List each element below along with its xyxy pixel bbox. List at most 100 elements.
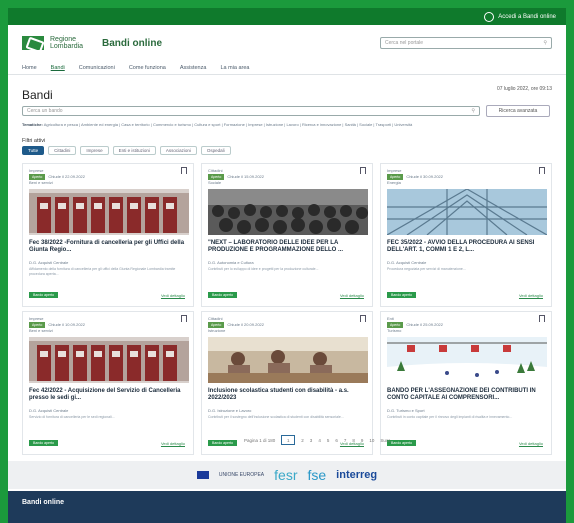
bookmark-icon[interactable] (539, 167, 545, 174)
card-title[interactable]: Fec 42/2022 - Acquisizione del Servizio … (29, 388, 189, 402)
card-dates: Chiude il 10.09.2022 (48, 322, 86, 327)
bando-card[interactable]: Imprese Aperto Chiude il 10.09.2022 Beni … (22, 311, 194, 455)
card-detail-link[interactable]: Vedi dettaglio (340, 293, 364, 298)
card-dates: Chiude il 25.09.2022 (406, 322, 444, 327)
category-item[interactable]: Formazione (224, 122, 245, 127)
bookmark-icon[interactable] (360, 167, 366, 174)
card-org: D.G. Turismo e Sport (387, 408, 425, 413)
filter-chip-institutions[interactable]: Enti e istituzioni (112, 146, 156, 155)
card-meta: Enti Aperto Chiude il 25.09.2022 Turismo (387, 316, 443, 334)
page-2[interactable]: 2 (301, 438, 304, 443)
bando-card[interactable]: Cittadini Aperto Chiude il 20.09.2022 Ist… (201, 311, 373, 455)
nav-comunicazioni[interactable]: Comunicazioni (79, 65, 115, 71)
search-icon[interactable]: ⚲ (471, 108, 475, 114)
card-status: Bando aperto (29, 292, 59, 298)
page-1[interactable]: 1 (281, 435, 296, 445)
bando-card[interactable]: Imprese Aperto Chiude il 22.09.2022 Beni … (22, 163, 194, 307)
category-item[interactable]: Cultura e sport (194, 122, 220, 127)
nav-assistenza[interactable]: Assistenza (180, 65, 207, 71)
filter-chip-citizens[interactable]: Cittadini (48, 146, 77, 155)
card-title[interactable]: BANDO PER L'ASSEGNAZIONE DEI CONTRIBUTI … (387, 388, 547, 402)
page-5[interactable]: 5 (327, 438, 330, 443)
next-page-button[interactable]: Succ. (380, 438, 391, 443)
card-org: D.G. Acquisti Centrale (387, 260, 427, 265)
card-description: Contributi in conto capitale per il rinn… (387, 415, 513, 419)
card-dates: Chiude il 15.09.2022 (227, 174, 265, 179)
login-link[interactable]: Accedi a Bandi online (484, 11, 556, 22)
page-4[interactable]: 4 (318, 438, 321, 443)
card-meta: Imprese Aperto Chiude il 10.09.2022 Beni … (29, 316, 85, 334)
main-search-input[interactable]: Cerca un bando ⚲ (22, 106, 480, 116)
card-meta: Imprese Aperto Chiude il 22.09.2022 Beni … (29, 168, 85, 186)
card-area: Beni e servizi (29, 180, 53, 185)
card-image (387, 337, 547, 383)
category-item[interactable]: Imprese (248, 122, 262, 127)
category-item[interactable]: Casa e territorio (121, 122, 149, 127)
category-item[interactable]: Trasporti (376, 122, 392, 127)
nav-home[interactable]: Home (22, 65, 37, 71)
filter-chip-companies[interactable]: Imprese (80, 146, 109, 155)
card-detail-link[interactable]: Vedi dettaglio (519, 293, 543, 298)
category-item[interactable]: Sanità (345, 122, 356, 127)
search-icon[interactable]: ⚲ (543, 40, 547, 46)
card-detail-link[interactable]: Vedi dettaglio (161, 441, 185, 446)
bando-card[interactable]: Cittadini Aperto Chiude il 15.09.2022 Soc… (201, 163, 373, 307)
login-label: Accedi a Bandi online (498, 13, 556, 20)
user-icon (484, 11, 495, 22)
bookmark-icon[interactable] (360, 315, 366, 322)
page-10[interactable]: 10 (369, 438, 374, 443)
bookmark-icon[interactable] (181, 315, 187, 322)
card-image (29, 337, 189, 383)
brand[interactable]: Regione Lombardia Bandi online (22, 36, 162, 50)
card-meta: Cittadini Aperto Chiude il 20.09.2022 Ist… (208, 316, 264, 334)
card-area: Istruzione (208, 328, 226, 333)
nav-come-funziona[interactable]: Come funziona (129, 65, 166, 71)
bando-card[interactable]: Enti Aperto Chiude il 25.09.2022 Turismo … (380, 311, 552, 455)
card-detail-link[interactable]: Vedi dettaglio (519, 441, 543, 446)
card-detail-link[interactable]: Vedi dettaglio (161, 293, 185, 298)
main-nav: Home Bandi Comunicazioni Come funziona A… (8, 61, 566, 75)
filter-chip-associations[interactable]: Associazioni (159, 146, 197, 155)
page-title: Bandi (22, 88, 53, 102)
page-3[interactable]: 3 (310, 438, 313, 443)
category-item[interactable]: Sociale (359, 122, 372, 127)
card-title[interactable]: Inclusione scolastica studenti con disab… (208, 388, 368, 402)
partner-logos: UNIONE EUROPEA fesr fse interreg (8, 461, 566, 489)
category-item[interactable]: Ambiente ed energia (81, 122, 118, 127)
card-title[interactable]: "NEXT – LABORATORIO DELLE IDEE PER LA PR… (208, 240, 368, 254)
card-image (387, 189, 547, 235)
bookmark-icon[interactable] (539, 315, 545, 322)
page-6[interactable]: 6 (335, 438, 338, 443)
card-status: Bando aperto (208, 440, 238, 446)
category-item[interactable]: Agricoltura e pesca (44, 122, 78, 127)
bando-card[interactable]: Imprese Aperto Chiude il 30.09.2022 Energ… (380, 163, 552, 307)
eu-flag-icon (196, 471, 209, 479)
page-9[interactable]: 9 (361, 438, 364, 443)
current-date: 07 luglio 2022, ore 09:13 (496, 86, 552, 92)
card-area: Beni e servizi (29, 328, 53, 333)
bookmark-icon[interactable] (181, 167, 187, 174)
advanced-search-button[interactable]: Ricerca avanzata (486, 105, 550, 117)
card-description: Affidamento della fornitura di canceller… (29, 267, 176, 276)
page-8[interactable]: 8 (352, 438, 355, 443)
filters-label: Filtri attivi (22, 138, 46, 144)
filter-chip-all[interactable]: Tutte (22, 146, 45, 155)
category-item[interactable]: Università (394, 122, 412, 127)
category-item[interactable]: Istruzione (266, 122, 283, 127)
card-image (208, 337, 368, 383)
card-description: Contributi per lo sviluppo di idee e pro… (208, 267, 319, 271)
card-title[interactable]: FEC 35/2022 - AVVIO DELLA PROCEDURA AI S… (387, 240, 547, 254)
card-dates: Chiude il 30.09.2022 (406, 174, 444, 179)
nav-bandi[interactable]: Bandi (51, 65, 65, 71)
category-item[interactable]: Ricerca e innovazione (302, 122, 341, 127)
page-7[interactable]: 7 (344, 438, 347, 443)
card-meta: Cittadini Aperto Chiude il 15.09.2022 Soc… (208, 168, 264, 186)
header-search-input[interactable]: Cerca nel portale ⚲ (380, 37, 552, 49)
category-item[interactable]: Commercio e turismo (153, 122, 191, 127)
card-org: D.G. Autonomia e Cultura (208, 260, 254, 265)
interreg-logo: interreg (336, 469, 378, 481)
nav-mia-area[interactable]: La mia area (220, 65, 249, 71)
filter-chip-hospitals[interactable]: Ospedali (200, 146, 231, 155)
card-title[interactable]: Fec 38/2022 -Fornitura di cancelleria pe… (29, 240, 189, 254)
category-item[interactable]: Lavoro (286, 122, 298, 127)
